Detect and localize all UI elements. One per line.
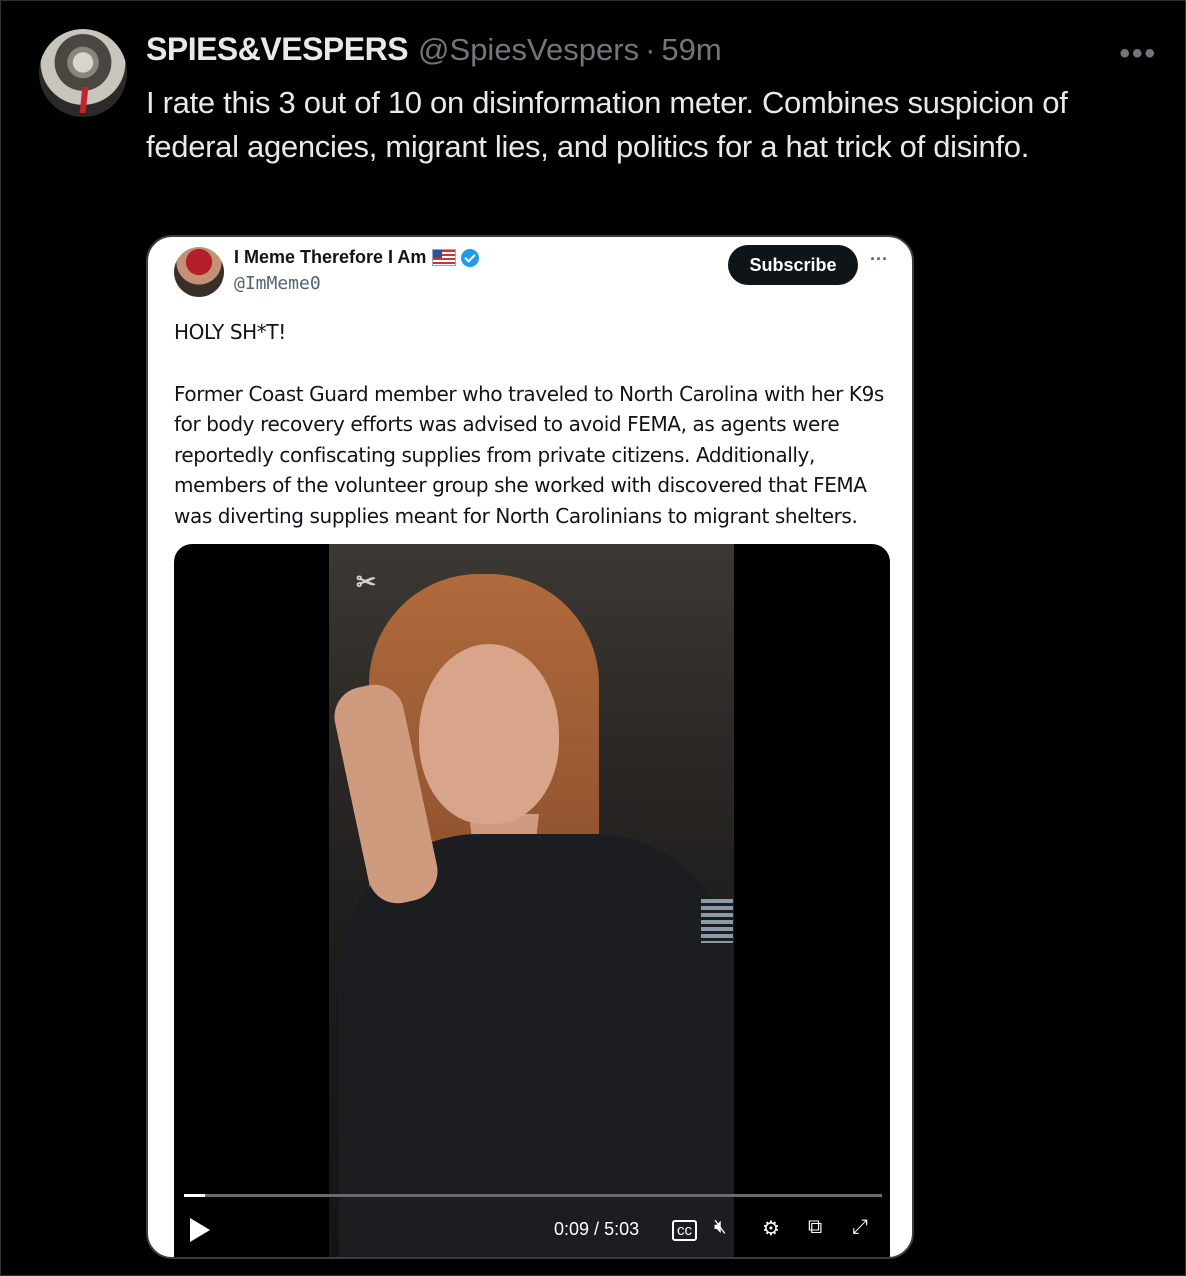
meta-separator: · [645, 32, 656, 67]
duration: 5:03 [604, 1219, 640, 1239]
verified-badge-icon [461, 248, 480, 267]
quoted-tweet-text: HOLY SH*T! Former Coast Guard member who… [174, 317, 894, 531]
tweet-age[interactable]: 59m [661, 32, 721, 68]
quoted-headline: HOLY SH*T! [174, 320, 286, 344]
author-name[interactable]: SPIES&VESPERS [146, 31, 409, 68]
current-time: 0:09 [554, 1219, 590, 1239]
fullscreen-icon[interactable]: ⤢ [852, 1216, 868, 1239]
video-progress-fill [184, 1194, 205, 1197]
quoted-author-name-row[interactable]: I Meme Therefore I Am [234, 247, 480, 268]
author-avatar[interactable] [39, 29, 127, 117]
quoted-tweet-card[interactable]: I Meme Therefore I Am @ImMeme0 Subscribe… [146, 235, 914, 1259]
pip-icon[interactable]: ⧉ [808, 1216, 822, 1239]
quoted-body: Former Coast Guard member who traveled t… [174, 381, 884, 528]
tweet-header: SPIES&VESPERS @SpiesVespers · 59m [146, 31, 722, 71]
video-progress-bar[interactable] [184, 1194, 882, 1197]
video-player[interactable]: ✂ 0:09 / 5:03 cc 🔇︎ ⚙ ⧉ ⤢ [174, 544, 890, 1257]
quoted-author-name[interactable]: I Meme Therefore I Am [234, 247, 426, 268]
tweet-container: SPIES&VESPERS @SpiesVespers · 59m ••• I … [0, 0, 1186, 1276]
quoted-author-avatar[interactable] [174, 247, 224, 297]
avatar-tie [79, 87, 89, 113]
settings-icon[interactable]: ⚙ [762, 1216, 780, 1241]
video-frame: ✂ [329, 544, 734, 1257]
shirt-flag-patch [701, 899, 733, 943]
video-time: 0:09 / 5:03 [554, 1219, 639, 1240]
subscribe-button[interactable]: Subscribe [728, 245, 858, 285]
video-subject-face [419, 644, 559, 824]
quoted-author-handle[interactable]: @ImMeme0 [234, 273, 321, 294]
play-icon[interactable] [190, 1218, 210, 1242]
quoted-more-icon[interactable]: ··· [870, 249, 888, 270]
us-flag-icon [432, 249, 457, 266]
capcut-icon: ✂ [356, 569, 377, 596]
captions-icon[interactable]: cc [672, 1220, 697, 1241]
author-handle[interactable]: @SpiesVespers [418, 32, 639, 68]
mute-icon[interactable]: 🔇︎ [714, 1216, 727, 1239]
more-options-icon[interactable]: ••• [1119, 37, 1157, 71]
tweet-text: I rate this 3 out of 10 on disinformatio… [146, 85, 1068, 164]
time-separator: / [589, 1219, 605, 1239]
